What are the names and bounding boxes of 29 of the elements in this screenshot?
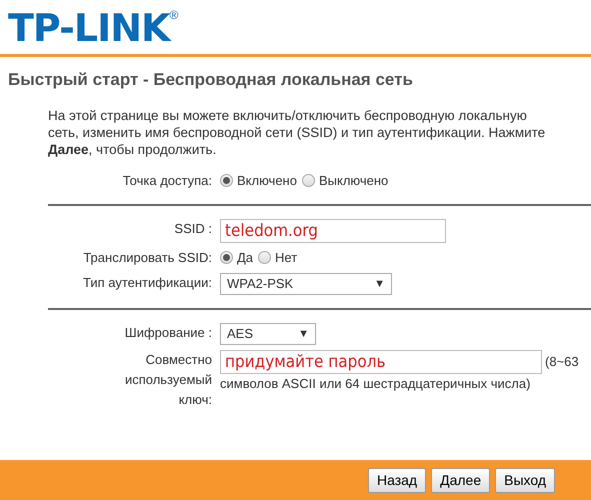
- radio-button[interactable]: [220, 174, 233, 187]
- field-label: Транслировать SSID:: [82, 248, 213, 267]
- option-label: Да: [237, 248, 254, 267]
- option-label: Выключено: [318, 172, 388, 190]
- caret-icon: ▼: [374, 274, 385, 294]
- radio-button[interactable]: [302, 174, 315, 187]
- intro-text: На этой странице вы можете включить/отключить беспроводную локальную сеть, изменить имя беспроводной сети (SSID) и тип аутентификации. Нажмите Далее, чтобы продолжить.: [48, 106, 546, 158]
- field-label: Совместно используемый ключ:: [124, 350, 213, 408]
- nav-button[interactable]: Назад: [368, 468, 426, 492]
- field-label: SSID :: [173, 220, 213, 238]
- caret-icon: ▼: [298, 324, 309, 344]
- logo-text: TP-LINK: [8, 6, 170, 50]
- page-title: Быстрый старт - Беспроводная локальная сеть: [8, 69, 414, 91]
- password-field[interactable]: придумайте пароль: [220, 350, 542, 374]
- option-label: Нет: [275, 248, 298, 266]
- ssid-field[interactable]: teledom.org: [220, 218, 446, 242]
- hint-text: символов ASCII или 64 шестрадцатеричных числа): [220, 374, 532, 393]
- radio-button[interactable]: [258, 251, 272, 264]
- dropdown[interactable]: WPA2-PSK ▼: [220, 272, 392, 294]
- registered-mark: ®: [169, 8, 178, 22]
- field-label: Точка доступа:: [122, 172, 213, 190]
- dropdown[interactable]: AES ▼: [220, 322, 316, 344]
- hint-text: (8~63: [545, 352, 579, 371]
- nav-button[interactable]: Далее: [431, 468, 490, 492]
- field-label: Шифрование :: [124, 324, 213, 342]
- radio-button[interactable]: [220, 251, 233, 264]
- option-label: Включено: [237, 172, 297, 190]
- field-label: Тип аутентификации:: [82, 274, 213, 292]
- nav-button[interactable]: Выход: [495, 468, 555, 492]
